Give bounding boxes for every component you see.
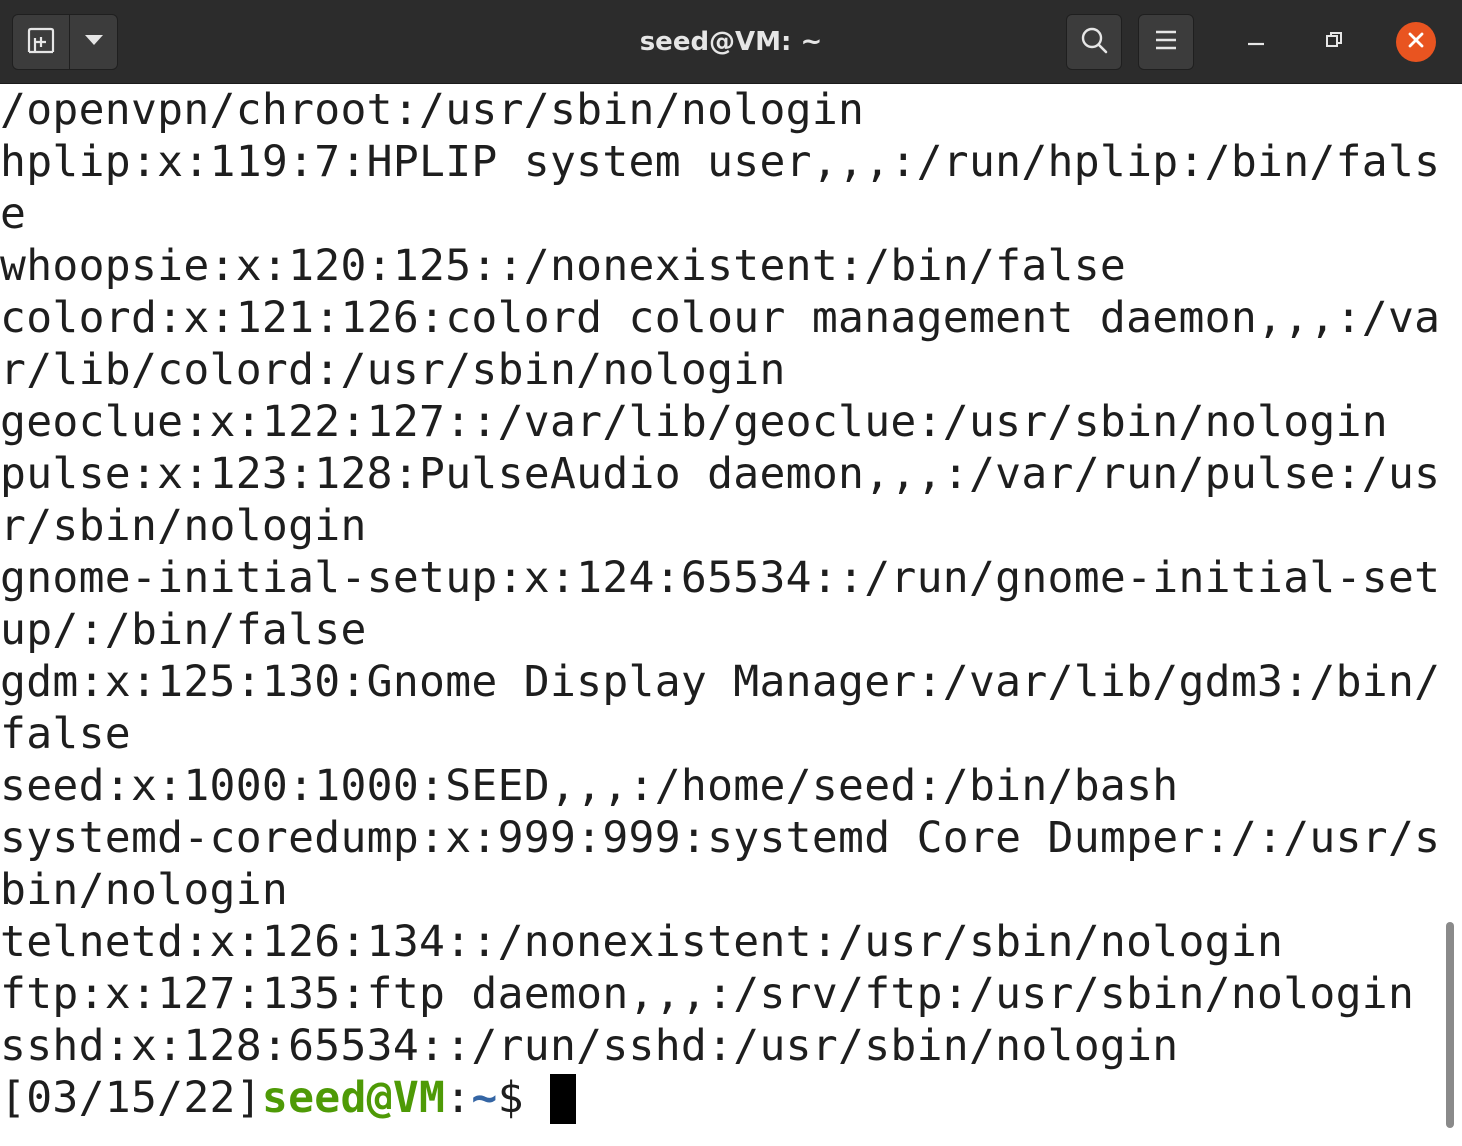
hamburger-menu-icon bbox=[1154, 29, 1178, 56]
output-line: systemd-coredump:x:999:999:systemd Core … bbox=[0, 813, 1440, 863]
main-menu-button[interactable] bbox=[1138, 14, 1194, 70]
new-tab-button[interactable] bbox=[13, 15, 70, 69]
restore-button[interactable] bbox=[1306, 14, 1362, 70]
output-line: telnetd:x:126:134::/nonexistent:/usr/sbi… bbox=[0, 917, 1284, 967]
output-line: r/sbin/nologin bbox=[0, 501, 367, 551]
minimize-button[interactable] bbox=[1228, 14, 1284, 70]
close-icon bbox=[1407, 31, 1425, 54]
restore-icon bbox=[1324, 30, 1344, 55]
output-line: seed:x:1000:1000:SEED,,,:/home/seed:/bin… bbox=[0, 761, 1179, 811]
output-line: pulse:x:123:128:PulseAudio daemon,,,:/va… bbox=[0, 449, 1440, 499]
output-line: colord:x:121:126:colord colour managemen… bbox=[0, 293, 1440, 343]
tab-menu-dropdown-button[interactable] bbox=[70, 15, 117, 69]
output-line: geoclue:x:122:127::/var/lib/geoclue:/usr… bbox=[0, 397, 1388, 447]
prompt-user-host: seed@VM bbox=[261, 1073, 446, 1123]
prompt-path: ~ bbox=[471, 1073, 498, 1123]
output-line: e bbox=[0, 189, 27, 239]
output-line: bin/nologin bbox=[0, 865, 289, 915]
new-tab-split-button bbox=[12, 14, 118, 70]
output-line: r/lib/colord:/usr/sbin/nologin bbox=[0, 345, 786, 395]
search-icon bbox=[1079, 25, 1109, 60]
terminal-window: seed@VM: ~ /openvpn/chroot:/usr/sbin/nol… bbox=[0, 0, 1462, 1146]
prompt-line[interactable]: [03/15/22]seed@VM:~$ bbox=[0, 1072, 577, 1124]
close-button[interactable] bbox=[1396, 22, 1436, 62]
prompt-date: [03/15/22] bbox=[0, 1073, 262, 1123]
output-line: false bbox=[0, 709, 131, 759]
prompt-colon: : bbox=[445, 1073, 472, 1123]
new-tab-icon bbox=[26, 26, 56, 59]
terminal-output[interactable]: /openvpn/chroot:/usr/sbin/nologin hplip:… bbox=[0, 84, 1440, 1146]
output-line: gnome-initial-setup:x:124:65534::/run/gn… bbox=[0, 553, 1440, 603]
title-bar: seed@VM: ~ bbox=[0, 0, 1462, 84]
scrollbar-thumb[interactable] bbox=[1446, 922, 1454, 1128]
minimize-icon bbox=[1246, 30, 1266, 55]
output-line: ftp:x:127:135:ftp daemon,,,:/srv/ftp:/us… bbox=[0, 969, 1415, 1019]
prompt-symbol: $ bbox=[497, 1073, 551, 1123]
output-line: sshd:x:128:65534::/run/sshd:/usr/sbin/no… bbox=[0, 1021, 1179, 1071]
output-line: whoopsie:x:120:125::/nonexistent:/bin/fa… bbox=[0, 241, 1127, 291]
output-line: gdm:x:125:130:Gnome Display Manager:/var… bbox=[0, 657, 1440, 707]
output-line: up/:/bin/false bbox=[0, 605, 367, 655]
text-cursor bbox=[550, 1073, 577, 1124]
output-line: /openvpn/chroot:/usr/sbin/nologin bbox=[0, 85, 865, 135]
output-line: hplip:x:119:7:HPLIP system user,,,:/run/… bbox=[0, 137, 1440, 187]
search-button[interactable] bbox=[1066, 14, 1122, 70]
chevron-down-icon bbox=[84, 33, 104, 51]
